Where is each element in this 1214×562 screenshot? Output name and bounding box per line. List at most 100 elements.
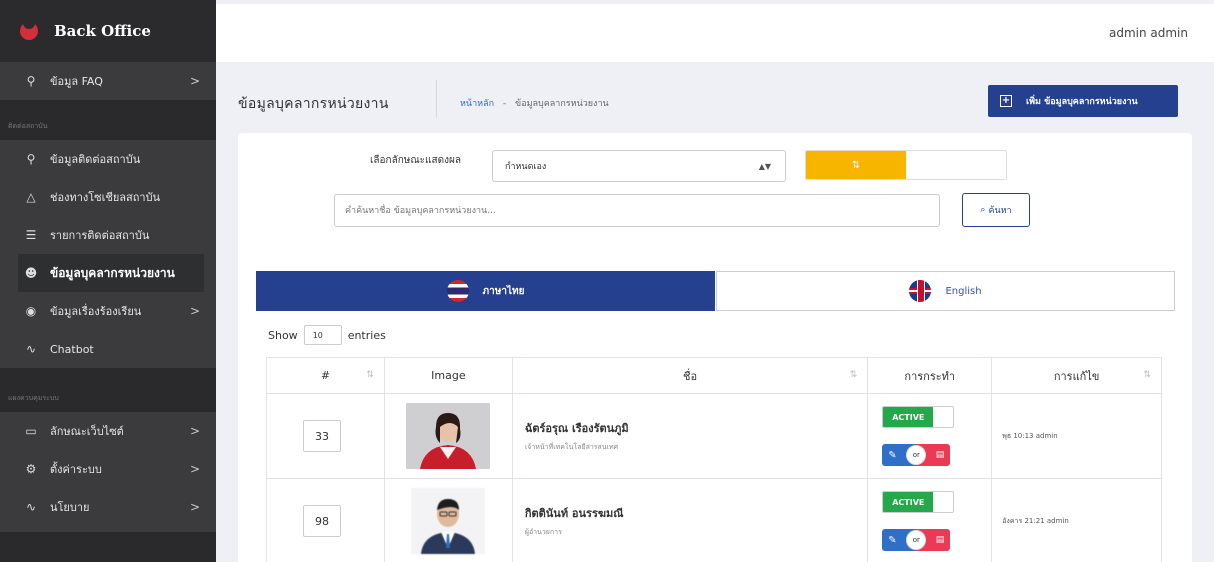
trash-icon: ▤ [935,450,945,460]
tab-thai[interactable]: ภาษาไทย [256,271,715,311]
pulse-icon: ∿ [25,500,37,514]
sidebar-item-label: ข้อมูลติดต่อสถาบัน [50,153,141,166]
status-label: ACTIVE [883,492,934,512]
faq-icon: ⚲ [26,74,36,88]
monitor-icon: ▭ [25,424,37,438]
sidebar-item-website-style[interactable]: ▭ ลักษณะเว็บไซต์ > [0,412,216,450]
gear-icon: ⚙ [25,462,37,476]
show-entries: Show 10 entries [268,325,386,345]
sidebar-section-control: แผงควบคุมระบบ [0,368,216,412]
title-divider [436,80,437,118]
column-header-label: การกระทำ [904,369,956,383]
sidebar-section-contact: ติดต่อสถาบัน [0,100,216,140]
table-row: 98 กิตตินันท์ อนรรฆมณี ผู้อำนวยการ ACTIV… [266,478,1162,562]
sidebar-item-faq[interactable]: ⚲ ข้อมูล FAQ > [0,62,216,100]
sidebar-item-policy[interactable]: ∿ นโยบาย > [0,488,216,526]
display-mode-value: กำหนดเอง [505,162,547,172]
row-actions: ✎ ▤ or [882,529,951,551]
breadcrumb-home[interactable]: หน้าหลัก [460,99,494,109]
breadcrumb-current: ข้อมูลบุคลากรหน่วยงาน [515,99,609,109]
column-header-image: Image [383,357,513,394]
sidebar-item-label: ข้อมูล FAQ [50,75,103,88]
column-header-edited[interactable]: การแก้ไข ⇅ [991,357,1162,394]
staff-role: เจ้าหน้าที่เทคโนโลยีสารสนเทศ [524,443,619,451]
sidebar-item-contact-info[interactable]: ⚲ ข้อมูลติดต่อสถาบัน [0,140,216,178]
sort-icon: ⇅ [806,151,906,179]
page-title: ข้อมูลบุคลากรหน่วยงาน [238,96,389,112]
column-header-label: Image [431,369,466,382]
sidebar-item-contact-list[interactable]: ☰ รายการติดต่อสถาบัน [0,216,216,254]
users-icon: ☻ [24,266,38,280]
row-actions: ✎ ▤ or [882,444,951,466]
staff-name: กิตตินันท์ อนรรฆมณี [524,507,624,520]
user-menu[interactable]: admin admin [1109,26,1188,40]
sidebar-item-label: ช่องทางโซเชียลสถาบัน [50,191,161,204]
page-size-select[interactable]: 10 [303,325,342,345]
column-header-name[interactable]: ชื่อ ⇅ [511,357,869,394]
status-toggle[interactable]: ACTIVE [882,406,955,428]
chevron-right-icon: > [189,424,200,438]
thai-flag-icon [446,280,469,302]
sidebar-item-staff[interactable]: ☻ ข้อมูลบุคลากรหน่วยงาน [18,254,204,292]
sidebar-section-bottom [0,532,216,562]
sort-icon: ⇅ [1143,370,1151,380]
breadcrumb: หน้าหลัก - ข้อมูลบุคลากรหน่วยงาน [460,96,609,110]
column-header-label: ชื่อ [683,369,698,383]
brand-logo-icon [20,19,38,40]
staff-role: ผู้อำนวยการ [524,528,562,536]
chevron-right-icon: > [189,462,200,476]
staff-name: ฉัตร์อรุณ เรืองรัตนภูมิ [524,422,629,435]
sidebar-item-label: Chatbot [50,342,94,356]
sidebar-item-label: ข้อมูลเรื่องร้องเรียน [50,305,142,318]
chevron-right-icon: > [189,304,200,318]
entries-label: entries [347,328,386,342]
sidebar-item-settings[interactable]: ⚙ ตั้งค่าระบบ > [0,450,216,488]
edit-icon: ✎ [888,534,897,546]
status-label: ACTIVE [883,407,934,427]
pulse-icon: ∿ [25,342,37,356]
sidebar-item-chatbot[interactable]: ∿ Chatbot [0,330,216,368]
edit-icon: ✎ [888,449,897,461]
brand[interactable]: Back Office [0,0,216,62]
display-mode-label: เลือกลักษณะแสดงผล [370,155,461,166]
sidebar: Back Office ⚲ ข้อมูล FAQ > ติดต่อสถาบัน … [0,0,216,562]
complaint-icon: ◉ [25,304,37,318]
staff-table: #⇅ Image ชื่อ⇅ การกระทำ การแก้ไข⇅ 33 [266,357,1162,562]
sort-icon: ⇅ [366,370,374,380]
search-button-label: ค้นหา [988,206,1012,216]
tab-english-label: English [945,285,982,297]
share-icon: △ [26,190,36,204]
add-staff-button[interactable]: + เพิ่ม ข้อมูลบุคลากรหน่วยงาน [988,85,1178,117]
column-header-action: การกระทำ [867,357,993,394]
sort-icon: ⇅ [849,370,858,380]
chevron-right-icon: > [189,74,200,88]
tab-thai-label: ภาษาไทย [482,285,525,297]
brand-title: Back Office [54,22,151,40]
display-mode-select[interactable]: กำหนดเอง ▲▼ [492,150,786,182]
status-toggle[interactable]: ACTIVE [882,491,955,513]
order-number[interactable]: 98 [303,505,341,537]
list-icon: ☰ [25,228,37,242]
sidebar-item-complaints[interactable]: ◉ ข้อมูลเรื่องร้องเรียน > [0,292,216,330]
tab-english[interactable]: English [716,271,1175,311]
sidebar-item-label: ตั้งค่าระบบ [50,463,102,476]
sidebar-item-social[interactable]: △ ช่องทางโซเชียลสถาบัน [0,178,216,216]
column-header-label: # [320,369,331,382]
column-header-label: การแก้ไข [1053,369,1100,383]
search-button[interactable]: ⌕ ค้นหา [962,193,1030,227]
uk-flag-icon [909,280,932,302]
sort-toggle[interactable]: ⇅ [805,150,1007,180]
sidebar-item-label: ข้อมูลบุคลากรหน่วยงาน [50,265,175,280]
sidebar-item-label: นโยบาย [50,501,90,514]
order-number[interactable]: 33 [303,420,341,452]
chevron-right-icon: > [189,500,200,514]
sidebar-item-label: รายการติดต่อสถาบัน [50,229,150,242]
plus-square-icon: + [1000,95,1012,107]
column-header-number[interactable]: # ⇅ [266,357,385,394]
add-staff-label: เพิ่ม ข้อมูลบุคลากรหน่วยงาน [1026,97,1138,107]
last-edited: อังคาร 21:21 admin [1002,516,1069,525]
topbar: admin admin [216,0,1214,62]
staff-photo [411,488,486,554]
search-icon: ⌕ [980,205,986,215]
search-input[interactable] [334,194,940,227]
